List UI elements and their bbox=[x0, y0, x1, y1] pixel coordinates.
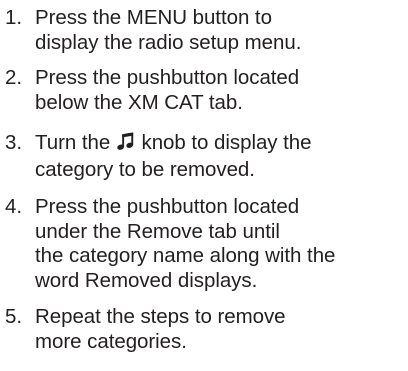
step-line: Turn the knob to display the bbox=[35, 131, 407, 158]
step-line: more categories. bbox=[35, 329, 187, 353]
step-line: display the radio setup menu. bbox=[35, 30, 302, 54]
step-text: Turn the knob to display the category to… bbox=[35, 131, 407, 182]
step-line: under the Remove tab until bbox=[35, 219, 280, 243]
step-line: category to be removed. bbox=[35, 157, 255, 181]
step-line: below the XM CAT tab. bbox=[35, 90, 243, 114]
step-text: Repeat the steps to remove more categori… bbox=[35, 305, 407, 354]
step-number: 3. bbox=[5, 131, 22, 154]
step-text: Press the pushbutton located under the R… bbox=[35, 195, 407, 293]
step-number: 1. bbox=[5, 6, 22, 29]
step-line-end: knob to display the bbox=[141, 131, 312, 154]
step-line-start: Turn the bbox=[35, 131, 111, 154]
step-number: 2. bbox=[5, 66, 22, 89]
step-line: word Removed displays. bbox=[35, 268, 258, 292]
step-number: 4. bbox=[5, 195, 22, 218]
music-note-icon bbox=[117, 132, 135, 158]
step-line: Press the MENU button to bbox=[35, 6, 272, 29]
step-text: Press the MENU button to display the rad… bbox=[35, 6, 407, 55]
step-number: 5. bbox=[5, 305, 22, 328]
step-line: Press the pushbutton located bbox=[35, 66, 300, 89]
step-line: Press the pushbutton located bbox=[35, 195, 300, 218]
instruction-list: 1. Press the MENU button to display the … bbox=[0, 0, 408, 371]
step-line: the category name along with the bbox=[35, 244, 336, 267]
step-line: Repeat the steps to remove bbox=[35, 305, 286, 328]
step-text: Press the pushbutton located below the X… bbox=[35, 66, 407, 115]
